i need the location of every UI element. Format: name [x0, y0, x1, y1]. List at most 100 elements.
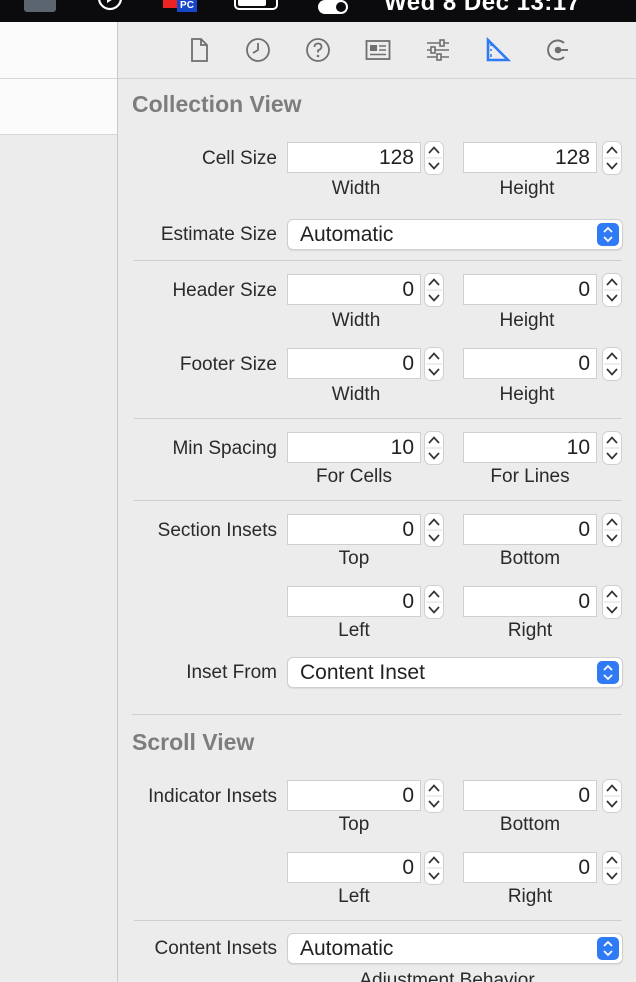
navigator-row[interactable] [0, 79, 117, 135]
pc-badge: PC [177, 0, 197, 12]
content-insets-popup[interactable]: Automatic [287, 933, 623, 964]
header-height-stepper[interactable] [602, 273, 622, 307]
section-insets-label: Section Insets [157, 520, 277, 541]
min-spacing-lines-field[interactable]: 10 [463, 432, 597, 463]
inspector-toolbar [118, 22, 636, 79]
footer-width-field[interactable]: 0 [287, 348, 421, 379]
indicator-inset-right-stepper[interactable] [602, 851, 622, 885]
header-width-stepper[interactable] [424, 273, 444, 307]
stepper-arrows-icon [602, 431, 622, 465]
section-inset-right-field[interactable]: 0 [463, 586, 597, 617]
stepper-arrows-icon [424, 273, 444, 307]
section-inset-left-field[interactable]: 0 [287, 586, 421, 617]
toggle-icon[interactable] [318, 0, 348, 14]
stepper-arrows-icon [424, 141, 444, 175]
navigator-row[interactable] [0, 22, 117, 79]
stepper-arrows-icon [424, 431, 444, 465]
inset-from-popup[interactable]: Content Inset [287, 657, 623, 688]
indicator-inset-top-field[interactable]: 0 [287, 780, 421, 811]
caption-right: Right [507, 620, 553, 641]
min-spacing-lines-stepper[interactable] [602, 431, 622, 465]
estimate-size-label: Estimate Size [160, 224, 277, 245]
size-ruler-icon[interactable] [485, 37, 511, 63]
indicator-inset-top-stepper[interactable] [424, 779, 444, 813]
caption-for-lines: For Lines [490, 466, 570, 487]
min-spacing-cells-field[interactable]: 10 [287, 432, 421, 463]
caption-right: Right [507, 886, 553, 907]
indicator-inset-bottom-stepper[interactable] [602, 779, 622, 813]
caption-bottom: Bottom [499, 814, 561, 835]
header-width-field[interactable]: 0 [287, 274, 421, 305]
min-spacing-label: Min Spacing [172, 438, 277, 459]
caption-left: Left [338, 620, 370, 641]
stepper-arrows-icon [602, 513, 622, 547]
indicator-inset-right-field[interactable]: 0 [463, 852, 597, 883]
section-inset-top-stepper[interactable] [424, 513, 444, 547]
cell-width-stepper[interactable] [424, 141, 444, 175]
footer-size-label: Footer Size [179, 354, 277, 375]
caption-width: Width [331, 384, 381, 405]
stepper-arrows-icon [424, 851, 444, 885]
cell-width-field[interactable]: 128 [287, 142, 421, 173]
footer-height-field[interactable]: 0 [463, 348, 597, 379]
battery-icon[interactable] [234, 0, 278, 10]
identity-icon[interactable] [365, 37, 391, 63]
section-inset-left-stepper[interactable] [424, 585, 444, 619]
estimate-size-value: Automatic [300, 223, 394, 246]
caption-width: Width [331, 178, 381, 199]
stepper-arrows-icon [602, 347, 622, 381]
caption-top: Top [338, 814, 370, 835]
popup-arrows-icon [597, 661, 619, 684]
caption-height: Height [499, 384, 555, 405]
stepper-arrows-icon [424, 779, 444, 813]
connections-icon[interactable] [545, 37, 571, 63]
section-title-collection-view: Collection View [132, 91, 302, 117]
estimate-size-popup[interactable]: Automatic [287, 219, 623, 250]
footer-height-stepper[interactable] [602, 347, 622, 381]
app-icon[interactable] [24, 0, 56, 12]
attributes-icon[interactable] [425, 37, 451, 63]
indicator-inset-bottom-field[interactable]: 0 [463, 780, 597, 811]
divider [134, 920, 622, 921]
stepper-arrows-icon [602, 585, 622, 619]
size-inspector: Collection View Cell Size 128 128 Width … [118, 22, 636, 982]
min-spacing-cells-stepper[interactable] [424, 431, 444, 465]
section-title-scroll-view: Scroll View [132, 729, 255, 755]
cell-size-label: Cell Size [202, 148, 277, 169]
section-inset-right-stepper[interactable] [602, 585, 622, 619]
flag-icon[interactable]: PC [163, 0, 197, 14]
inset-from-value: Content Inset [300, 661, 425, 684]
content-insets-label: Content Insets [154, 938, 277, 959]
caption-left: Left [338, 886, 370, 907]
help-icon[interactable] [305, 37, 331, 63]
play-icon[interactable] [96, 0, 124, 14]
section-inset-top-field[interactable]: 0 [287, 514, 421, 545]
cell-height-field[interactable]: 128 [463, 142, 597, 173]
inset-from-label: Inset From [186, 662, 277, 683]
section-inset-bottom-stepper[interactable] [602, 513, 622, 547]
caption-for-cells: For Cells [315, 466, 392, 487]
cell-height-stepper[interactable] [602, 141, 622, 175]
divider [134, 260, 622, 261]
file-icon[interactable] [186, 37, 212, 63]
indicator-inset-left-field[interactable]: 0 [287, 852, 421, 883]
indicator-inset-left-stepper[interactable] [424, 851, 444, 885]
stepper-arrows-icon [424, 347, 444, 381]
header-height-field[interactable]: 0 [463, 274, 597, 305]
footer-width-stepper[interactable] [424, 347, 444, 381]
header-size-label: Header Size [172, 280, 277, 301]
caption-adjustment-behavior: Adjustment Behavior [359, 970, 535, 982]
section-inset-bottom-field[interactable]: 0 [463, 514, 597, 545]
history-icon[interactable] [245, 37, 271, 63]
navigator-pane [0, 22, 117, 982]
popup-arrows-icon [597, 223, 619, 246]
caption-height: Height [499, 310, 555, 331]
stepper-arrows-icon [424, 513, 444, 547]
menubar-clock[interactable]: Wed 8 Dec 13:17 [384, 0, 581, 17]
caption-height: Height [499, 178, 555, 199]
divider [134, 418, 622, 419]
caption-width: Width [331, 310, 381, 331]
stepper-arrows-icon [602, 273, 622, 307]
stepper-arrows-icon [424, 585, 444, 619]
indicator-insets-label: Indicator Insets [148, 786, 277, 807]
